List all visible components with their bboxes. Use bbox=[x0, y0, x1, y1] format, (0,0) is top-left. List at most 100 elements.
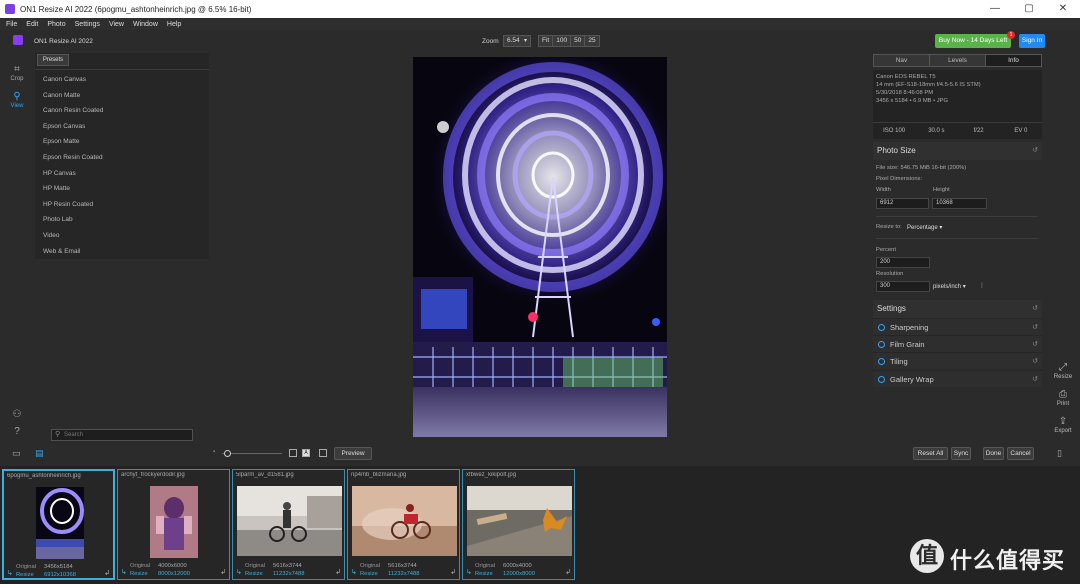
presets-header[interactable]: Presets bbox=[37, 54, 69, 66]
ferris-wheel-photo bbox=[413, 57, 667, 437]
zoom-100-button[interactable]: 100 bbox=[553, 36, 572, 46]
tab-nav[interactable]: Nav bbox=[874, 55, 930, 66]
height-field[interactable]: 10368 bbox=[932, 198, 987, 209]
print-module-button[interactable]: ⎙ Print bbox=[1050, 389, 1076, 407]
resize-to-dropdown[interactable]: Percentage ▾ bbox=[907, 224, 942, 231]
maximize-button[interactable]: ▢ bbox=[1012, 0, 1046, 18]
menu-file[interactable]: File bbox=[6, 21, 17, 28]
menu-view[interactable]: View bbox=[109, 21, 124, 28]
resize-label: Resize bbox=[16, 572, 34, 578]
menu-window[interactable]: Window bbox=[133, 21, 158, 28]
resolution-field[interactable]: 300 bbox=[876, 281, 930, 292]
preset-item[interactable]: Video bbox=[35, 228, 209, 244]
tab-info[interactable]: Info bbox=[986, 55, 1041, 66]
help-tool[interactable]: ? bbox=[6, 426, 28, 438]
print-icon: ⎙ bbox=[1059, 389, 1067, 400]
filmstrip-thumb[interactable]: archyt_frockyerdodir.jpg ↳ Original 4000… bbox=[117, 469, 230, 580]
resolution-unit-dropdown[interactable]: pixels/inch ▾ bbox=[933, 283, 966, 290]
view-tool[interactable]: ⚲ View bbox=[6, 91, 28, 109]
more-options-icon[interactable]: ⋮ bbox=[979, 282, 985, 289]
menu-settings[interactable]: Settings bbox=[75, 21, 100, 28]
filmstrip-view-icon[interactable]: ▤ bbox=[35, 448, 44, 459]
preset-item[interactable]: Epson Matte bbox=[35, 134, 209, 150]
preset-item[interactable]: HP Resin Coated bbox=[35, 197, 209, 213]
preset-item[interactable]: Canon Resin Coated bbox=[35, 103, 209, 119]
toggle-circle-icon[interactable] bbox=[878, 341, 885, 348]
sharpening-section[interactable]: Sharpening ↺ bbox=[873, 318, 1042, 335]
main-photo[interactable] bbox=[413, 57, 667, 437]
crop-tool[interactable]: ⌗ Crop bbox=[6, 64, 28, 82]
width-field[interactable]: 6912 bbox=[876, 198, 929, 209]
return-icon: ↳ bbox=[351, 569, 357, 576]
reset-icon[interactable]: ↺ bbox=[1032, 340, 1038, 348]
check-icon[interactable]: ↲ bbox=[104, 569, 110, 577]
user-tool[interactable]: ⚇ bbox=[6, 409, 28, 421]
export-module-button[interactable]: ⇪ Export bbox=[1050, 416, 1076, 434]
menu-photo[interactable]: Photo bbox=[47, 21, 65, 28]
toggle-circle-icon[interactable] bbox=[878, 358, 885, 365]
preview-button[interactable]: Preview bbox=[334, 447, 372, 460]
check-icon[interactable]: ↲ bbox=[220, 568, 226, 576]
thumb-image bbox=[36, 487, 84, 559]
reset-icon[interactable]: ↺ bbox=[1032, 357, 1038, 365]
close-button[interactable]: ✕ bbox=[1046, 0, 1080, 18]
tab-levels[interactable]: Levels bbox=[930, 55, 986, 66]
single-view-icon[interactable]: ▭ bbox=[12, 448, 21, 459]
cancel-button[interactable]: Cancel bbox=[1007, 447, 1034, 460]
preset-item[interactable]: Canon Canvas bbox=[35, 72, 209, 88]
zoom-25-button[interactable]: 25 bbox=[585, 36, 599, 46]
check-icon[interactable]: ↲ bbox=[450, 568, 456, 576]
reset-icon[interactable]: ↺ bbox=[1032, 304, 1038, 312]
original-size: 4000x6000 bbox=[158, 563, 187, 569]
compare-icon[interactable]: A bbox=[302, 449, 310, 457]
preset-item[interactable]: Photo Lab bbox=[35, 212, 209, 228]
iso-value: ISO 100 bbox=[883, 128, 906, 134]
resize-module-button[interactable]: ⤢ Resize bbox=[1050, 362, 1076, 380]
split-view-icon[interactable] bbox=[319, 449, 327, 457]
panel-toggle-icon[interactable]: ▯ bbox=[1057, 448, 1062, 459]
filmstrip-thumb[interactable]: 5lparm_av_d1581.jpg ↳ Original 5616x3744… bbox=[232, 469, 345, 580]
menu-help[interactable]: Help bbox=[167, 21, 181, 28]
original-label: Original bbox=[360, 563, 380, 569]
preset-item[interactable]: Epson Canvas bbox=[35, 119, 209, 135]
reset-icon[interactable]: ↺ bbox=[1032, 146, 1038, 154]
tiling-section[interactable]: Tiling ↺ bbox=[873, 352, 1042, 369]
menu-edit[interactable]: Edit bbox=[26, 21, 38, 28]
percent-field[interactable]: 200 bbox=[876, 257, 930, 268]
thumbnail-size-slider[interactable] bbox=[222, 453, 282, 454]
settings-title: Settings bbox=[877, 304, 906, 313]
film-grain-section[interactable]: Film Grain ↺ bbox=[873, 335, 1042, 352]
sync-button[interactable]: Sync bbox=[951, 447, 971, 460]
slider-knob[interactable] bbox=[224, 450, 231, 457]
filmstrip-thumb[interactable]: np4mb_blizmana.jpg ↳ Original 5616x3744 … bbox=[347, 469, 460, 580]
buy-now-button[interactable]: Buy Now - 14 Days Left bbox=[935, 34, 1011, 48]
preset-item[interactable]: HP Matte bbox=[35, 181, 209, 197]
filmstrip-thumb[interactable]: xfbwez_kikipolf.jpg ↳ Original 6000x4000… bbox=[462, 469, 575, 580]
thumb-square-icon[interactable] bbox=[289, 449, 297, 457]
resize-size: 11232x7488 bbox=[273, 571, 305, 577]
check-icon[interactable]: ↲ bbox=[565, 568, 571, 576]
preset-item[interactable]: Epson Resin Coated bbox=[35, 150, 209, 166]
zoom-fit-button[interactable]: Fit bbox=[539, 36, 554, 46]
gallery-wrap-section[interactable]: Gallery Wrap ↺ bbox=[873, 370, 1042, 387]
zoom-50-button[interactable]: 50 bbox=[571, 36, 586, 46]
zoom-select[interactable]: 6.54 ▾ bbox=[503, 35, 531, 47]
filmstrip-thumb[interactable]: 6pogmu_ashtonheinrich.jpg ↳ Original 345… bbox=[2, 469, 115, 580]
preset-item[interactable]: HP Canvas bbox=[35, 166, 209, 182]
minimize-button[interactable]: — bbox=[978, 0, 1012, 18]
settings-header[interactable]: Settings ↺ bbox=[873, 300, 1042, 318]
resize-to-label: Resize to: bbox=[876, 224, 902, 230]
reset-all-button[interactable]: Reset All bbox=[913, 447, 948, 460]
reset-icon[interactable]: ↺ bbox=[1032, 323, 1038, 331]
check-icon[interactable]: ↲ bbox=[335, 568, 341, 576]
sign-in-button[interactable]: Sign In bbox=[1019, 34, 1045, 48]
preset-item[interactable]: Web & Email bbox=[35, 244, 209, 260]
photo-size-header[interactable]: Photo Size ↺ bbox=[873, 142, 1042, 160]
toggle-circle-icon[interactable] bbox=[878, 376, 885, 383]
done-button[interactable]: Done bbox=[983, 447, 1004, 460]
preset-item[interactable]: Canon Matte bbox=[35, 88, 209, 104]
search-input[interactable]: ⚲ Search bbox=[51, 429, 193, 441]
reset-icon[interactable]: ↺ bbox=[1032, 375, 1038, 383]
thumb-filename: np4mb_blizmana.jpg bbox=[351, 472, 407, 478]
toggle-circle-icon[interactable] bbox=[878, 324, 885, 331]
